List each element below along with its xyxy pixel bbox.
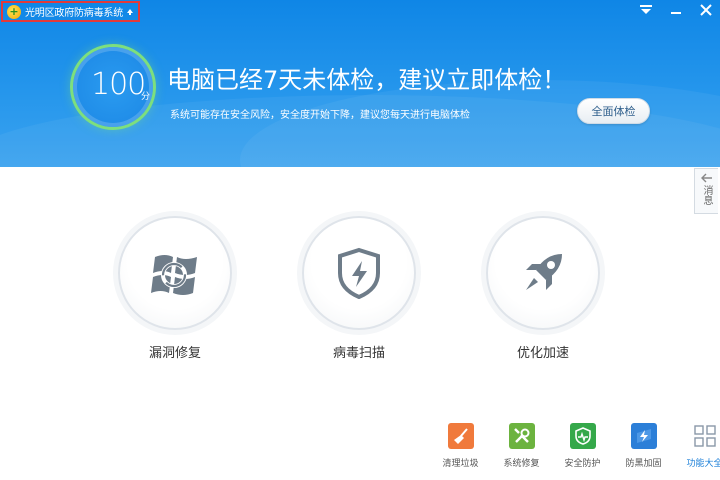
tool-label: 功能大全 <box>686 459 720 469</box>
wrench-icon <box>508 423 535 449</box>
arrow-up-icon[interactable] <box>126 8 134 16</box>
feature-label: 优化加速 <box>516 346 569 361</box>
feature-label: 漏洞修复 <box>148 346 201 361</box>
tool-label: 安全防护 <box>564 459 601 469</box>
arrow-left-icon <box>700 173 712 183</box>
tool-clean-junk[interactable]: 清理垃圾 <box>430 423 491 469</box>
message-side-tab[interactable]: 消息 <box>694 168 718 214</box>
feature-circle[interactable] <box>486 216 600 330</box>
feature-optimize[interactable]: 优化加速 <box>486 216 600 361</box>
header-banner: + 光明区政府防病毒系统 100 分 电脑已经7天未体检，建议立即体检！ 系统可… <box>0 0 720 167</box>
feature-vuln-fix[interactable]: 漏洞修复 <box>118 216 232 361</box>
side-tab-label: 消息 <box>701 185 712 205</box>
shield-bolt-icon <box>338 247 380 299</box>
score-unit: 分 <box>141 92 151 102</box>
close-icon[interactable] <box>696 2 716 18</box>
rocket-icon <box>526 254 562 290</box>
broom-icon <box>447 423 474 449</box>
health-score-ring: 100 分 <box>70 44 156 130</box>
full-check-button[interactable]: 全面体检 <box>577 98 650 124</box>
tool-anti-hack[interactable]: 防黑加固 <box>613 423 674 469</box>
tool-security-protect[interactable]: 安全防护 <box>552 423 613 469</box>
tool-system-repair[interactable]: 系统修复 <box>491 423 552 469</box>
tool-label: 防黑加固 <box>625 459 662 469</box>
shield-pulse-icon <box>569 423 596 449</box>
minimize-icon[interactable] <box>666 2 686 18</box>
menu-icon[interactable] <box>636 2 656 18</box>
grid-icon <box>691 423 718 449</box>
title-area[interactable]: + 光明区政府防病毒系统 <box>1 1 140 22</box>
windows-refresh-icon <box>151 255 197 295</box>
app-title: 光明区政府防病毒系统 <box>25 8 123 19</box>
health-score: 100 <box>91 67 146 102</box>
feature-circle[interactable] <box>302 216 416 330</box>
app-logo-icon: + <box>7 4 21 19</box>
tool-all-functions[interactable]: 功能大全 <box>674 423 720 469</box>
subline: 系统可能存在安全风险，安全度开始下降，建议您每天进行电脑体检 <box>170 110 470 121</box>
lightning-shield-icon <box>630 423 657 449</box>
tool-bar: 清理垃圾 系统修复 安全防护 防黑加固 功能大全 <box>430 423 720 469</box>
tool-label: 清理垃圾 <box>442 459 479 469</box>
feature-label: 病毒扫描 <box>332 346 385 361</box>
feature-virus-scan[interactable]: 病毒扫描 <box>302 216 416 361</box>
window-controls <box>636 2 716 18</box>
feature-circle[interactable] <box>118 216 232 330</box>
tool-label: 系统修复 <box>503 459 540 469</box>
headline: 电脑已经7天未体检，建议立即体检！ <box>167 66 567 94</box>
